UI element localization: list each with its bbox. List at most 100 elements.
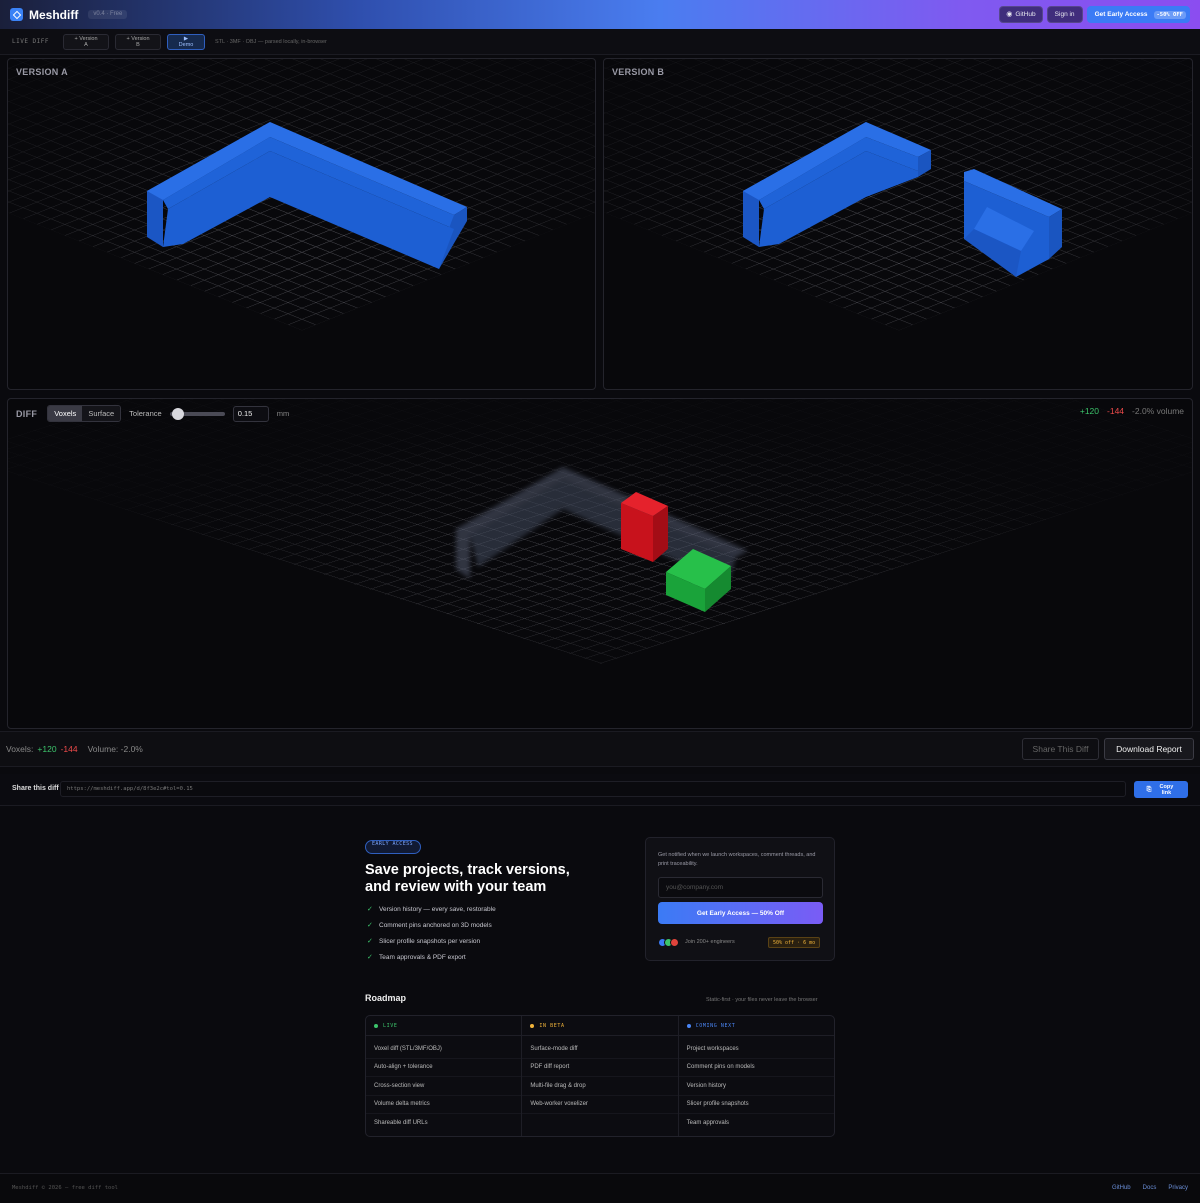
status-summary: Voxels: +120 -144 Volume: -2.0% — [6, 744, 143, 754]
feature-item: ✓ Version history — every save, restorabl… — [367, 906, 496, 913]
version-b-label: VERSION B — [612, 67, 665, 77]
roadmap-item: Cross-section view — [366, 1077, 522, 1096]
removed-count: -144 — [1107, 406, 1125, 416]
tolerance-slider[interactable] — [169, 407, 225, 420]
roadmap-item: Team approvals — [686, 1120, 730, 1127]
roadmap-item: Multi-file drag & drop — [522, 1077, 678, 1096]
voxels-label: Voxels: — [6, 744, 34, 754]
add-version-b-button[interactable]: + Version B — [115, 33, 162, 50]
diff-label: DIFF — [16, 408, 38, 419]
feature-list: ✓ Version history — every save, restorabl… — [367, 906, 497, 970]
avatar-stack — [658, 938, 679, 947]
check-icon: ✓ — [367, 938, 373, 945]
signup-description: Get notified when we launch workspaces, … — [658, 852, 816, 867]
share-url-field[interactable]: https://meshdiff.app/d/8f3e2c#tol=0.15 — [60, 781, 1126, 797]
footer-link-github[interactable]: GitHub — [1112, 1185, 1131, 1191]
copyright: Meshdiff © 2026 — free diff tool — [12, 1185, 118, 1191]
status-removed: -144 — [60, 744, 78, 754]
roadmap-item: PDF diff report — [522, 1059, 678, 1077]
roadmap-item: Web-worker voxelizer — [522, 1096, 678, 1114]
footer-link-docs[interactable]: Docs — [1143, 1185, 1157, 1191]
copy-label: Copy link — [1159, 783, 1174, 796]
live-diff-toolbar: LIVE DIFF + Version A + Version B ▶ Demo… — [0, 29, 1200, 55]
footer-links: GitHub Docs Privacy — [1112, 1185, 1188, 1191]
demo-button[interactable]: ▶ Demo — [167, 33, 206, 50]
surface-mode-button[interactable]: Surface — [82, 406, 121, 421]
toolbar-label: LIVE DIFF — [12, 38, 50, 45]
status-dot-icon — [374, 1023, 378, 1028]
roadmap-item: Version history — [678, 1077, 834, 1096]
early-access-header-button[interactable]: Get Early Access -50% OFF — [1086, 6, 1190, 23]
roadmap-item: Auto-align + tolerance — [366, 1059, 522, 1077]
roadmap-column-next: COMING NEXT Project workspaces Comment p… — [678, 1016, 834, 1136]
brand-name: Meshdiff — [29, 7, 79, 22]
status-volume: Volume: -2.0% — [87, 744, 143, 754]
roadmap-header: LIVE — [366, 1016, 522, 1036]
version-a-scene — [8, 59, 595, 331]
voxels-mode-button[interactable]: Voxels — [48, 406, 83, 421]
early-access-title: Save projects, track versions, and revie… — [365, 862, 570, 895]
signup-card: Get notified when we launch workspaces, … — [645, 837, 835, 961]
early-access-pill: EARLY ACCESS — [365, 840, 421, 854]
roadmap-item: Comment pins on models — [678, 1059, 834, 1077]
feature-item: ✓ Slicer profile snapshots per version — [367, 938, 481, 945]
share-diff-button[interactable]: Share This Diff — [1022, 738, 1099, 760]
check-icon: ✓ — [367, 906, 373, 913]
share-title: Share this diff — [12, 785, 59, 792]
roadmap-header: COMING NEXT — [678, 1016, 834, 1036]
footer-link-privacy[interactable]: Privacy — [1168, 1185, 1188, 1191]
version-a-viewport[interactable]: VERSION A — [7, 58, 596, 390]
format-note: STL · 3MF · OBJ — parsed locally, in-bro… — [215, 38, 327, 45]
roadmap-table: LIVE Voxel diff (STL/3MF/OBJ) Auto-align… — [365, 1015, 835, 1137]
diff-scene — [8, 399, 1192, 665]
email-field[interactable]: you@company.com — [658, 877, 823, 898]
roadmap-note: Static-first · your files never leave th… — [706, 997, 818, 1003]
github-button[interactable]: ◉ GitHub — [999, 6, 1043, 23]
diff-stats: +120 -144 -2.0% volume — [1080, 406, 1184, 416]
avatar — [670, 938, 679, 947]
tolerance-input[interactable]: 0.15 — [232, 405, 269, 422]
logo-icon — [10, 8, 23, 21]
early-access-submit-button[interactable]: Get Early Access — 50% Off — [658, 902, 823, 924]
tolerance-label: Tolerance — [129, 409, 162, 418]
roadmap-item: Slicer profile snapshots — [678, 1096, 834, 1114]
add-version-a-button[interactable]: + Version A — [63, 33, 110, 50]
copy-link-button[interactable]: ⎘ Copy link — [1134, 781, 1188, 798]
status-dot-icon — [686, 1023, 691, 1028]
download-report-button[interactable]: Download Report — [1104, 738, 1194, 760]
roadmap-item: Project workspaces — [678, 1040, 834, 1059]
diff-viewport[interactable]: DIFF Voxels Surface Tolerance 0.15 mm +1… — [7, 398, 1193, 729]
slider-handle[interactable] — [172, 407, 184, 420]
roadmap-item: Shareable diff URLs — [374, 1120, 428, 1127]
cta-label: Get Early Access — [1094, 11, 1148, 18]
status-dot-icon — [530, 1023, 535, 1028]
github-label: GitHub — [1015, 11, 1036, 18]
volume-delta: -2.0% volume — [1132, 406, 1184, 416]
roadmap-header: IN BETA — [522, 1016, 678, 1036]
version-pill: v0.4 · Free — [88, 10, 128, 19]
version-a-label: VERSION A — [16, 67, 68, 77]
roadmap-item: Voxel diff (STL/3MF/OBJ) — [366, 1040, 522, 1059]
feature-item: ✓ Team approvals & PDF export — [367, 954, 466, 961]
join-count: Join 200+ engineers — [685, 939, 735, 945]
roadmap-item: Volume delta metrics — [366, 1096, 522, 1114]
share-bar: Share this diff https://meshdiff.app/d/8… — [0, 774, 1200, 806]
copy-icon: ⎘ — [1146, 786, 1152, 793]
roadmap-title: Roadmap — [365, 993, 407, 1003]
roadmap-column-beta: IN BETA Surface-mode diff PDF diff repor… — [522, 1016, 679, 1136]
roadmap-column-live: LIVE Voxel diff (STL/3MF/OBJ) Auto-align… — [366, 1016, 523, 1136]
version-b-scene — [604, 59, 1192, 331]
check-icon: ✓ — [367, 922, 373, 929]
github-icon: ◉ — [1006, 11, 1013, 18]
signin-button[interactable]: Sign in — [1046, 6, 1083, 23]
diff-controls: DIFF Voxels Surface Tolerance 0.15 mm — [16, 405, 289, 422]
check-icon: ✓ — [367, 954, 373, 961]
top-header: Meshdiff v0.4 · Free ◉ GitHub Sign in Ge… — [0, 0, 1200, 29]
roadmap-item: Surface-mode diff — [522, 1040, 678, 1059]
discount-badge: -50% OFF — [1153, 10, 1186, 19]
tolerance-unit: mm — [276, 409, 290, 418]
feature-item: ✓ Comment pins anchored on 3D models — [367, 922, 492, 929]
footer: Meshdiff © 2026 — free diff tool GitHub … — [0, 1173, 1200, 1203]
version-b-viewport[interactable]: VERSION B — [603, 58, 1193, 390]
offer-badge: 50% off · 6 mo — [768, 937, 821, 948]
